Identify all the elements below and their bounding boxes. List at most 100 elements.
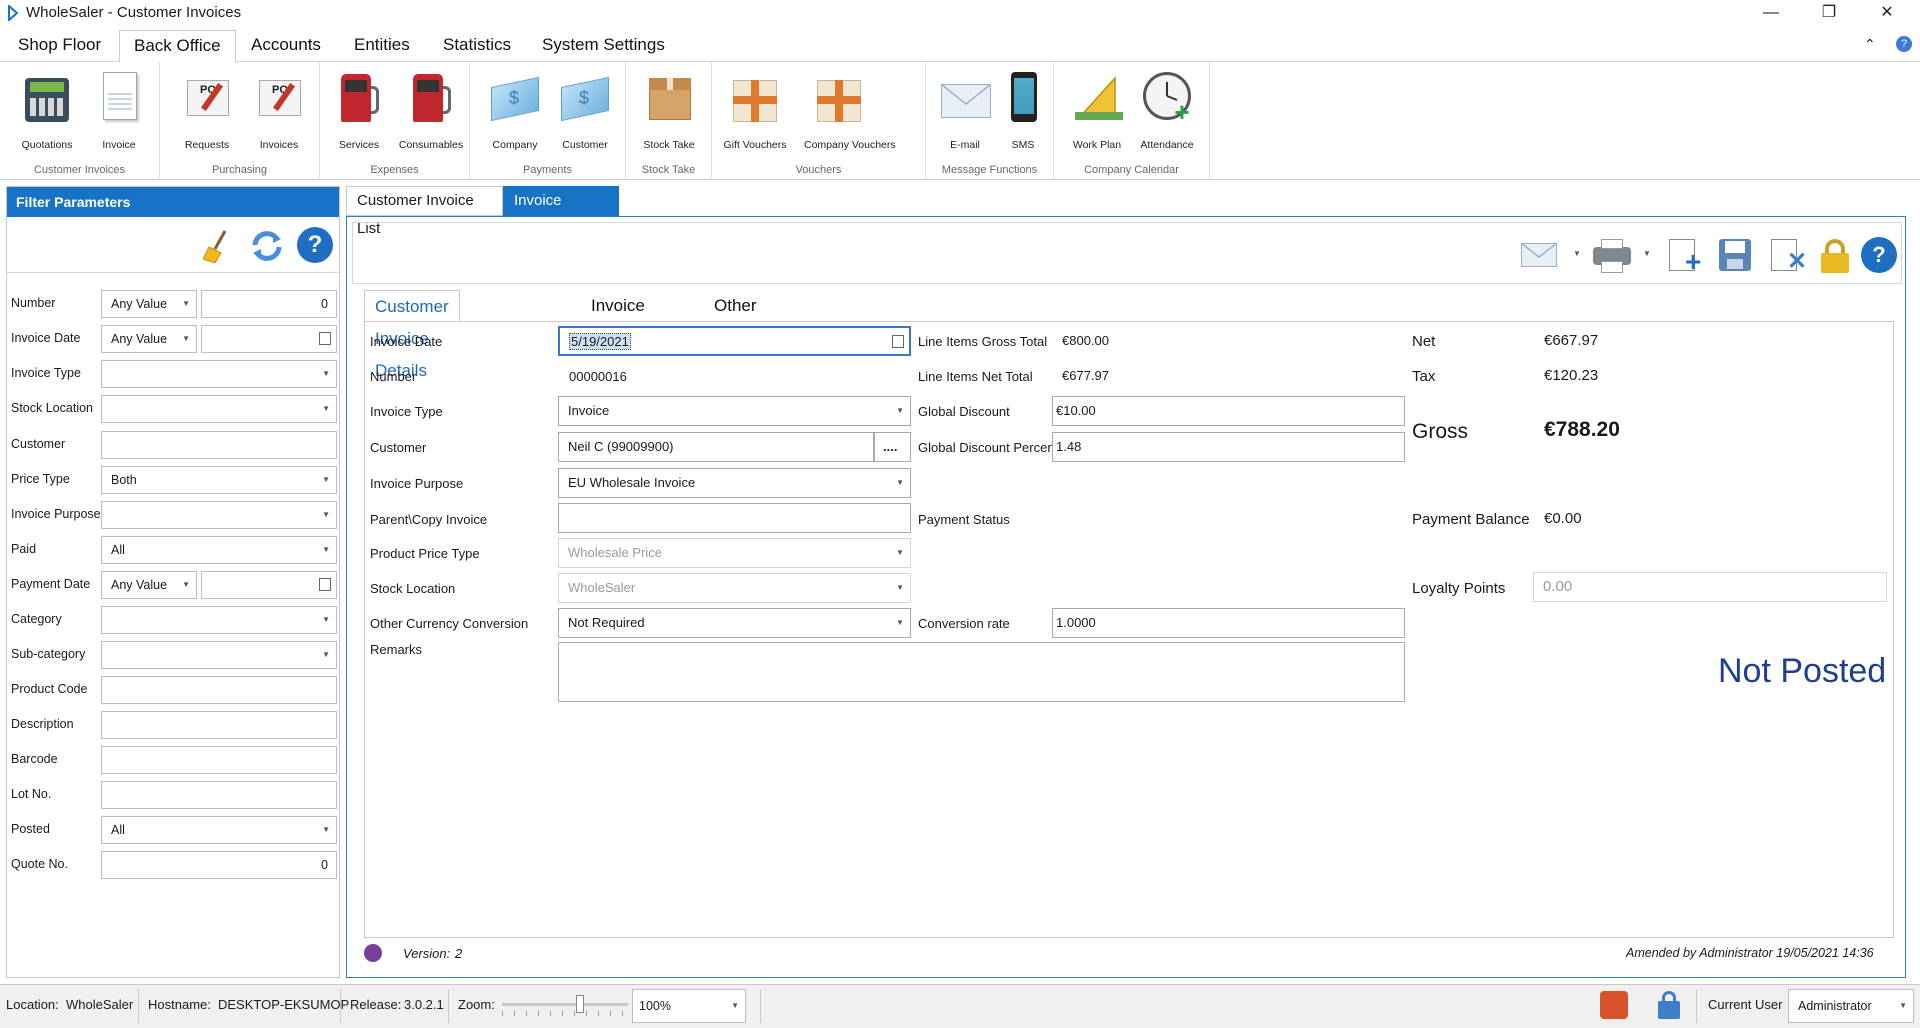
tab-customer-invoice-details[interactable]: Customer Invoice Details xyxy=(364,290,460,380)
save-icon[interactable] xyxy=(1717,237,1753,273)
security-lock-icon[interactable] xyxy=(1654,991,1684,1021)
sub-category-select[interactable]: ▼ xyxy=(101,641,337,669)
email-dropdown-icon[interactable]: ▼ xyxy=(1573,249,1581,258)
delete-document-icon[interactable]: ✕ xyxy=(1769,237,1807,274)
menu-entities[interactable]: Entities xyxy=(340,30,424,63)
location-label: Location: xyxy=(6,997,59,1012)
invoice-purpose-select[interactable]: ▼ xyxy=(101,501,337,529)
menu-shop-floor[interactable]: Shop Floor xyxy=(4,30,115,63)
filter-row-posted: Posted All ▼ xyxy=(7,814,341,844)
invoice-type-select[interactable]: Invoice ▼ xyxy=(558,396,911,426)
lot-no-input[interactable] xyxy=(101,781,337,809)
payment-date-input[interactable] xyxy=(201,571,337,599)
ribbon-company-vouchers-button[interactable]: Company Vouchers xyxy=(804,68,896,151)
minimize-button[interactable]: — xyxy=(1748,0,1794,26)
ribbon-group-payments: $ Company $ Customer Payments xyxy=(470,62,626,180)
tax-label: Tax xyxy=(1412,368,1436,385)
conversion-rate-field[interactable]: 1.0000 xyxy=(1052,608,1405,638)
ribbon-quotations-button[interactable]: Quotations xyxy=(12,68,82,151)
tab-other-information[interactable]: Other Information xyxy=(704,290,809,347)
menu-system-settings[interactable]: System Settings xyxy=(528,30,679,63)
new-document-icon[interactable]: + xyxy=(1667,237,1703,276)
zoom-label: Zoom: xyxy=(458,997,495,1012)
payment-date-operator-select[interactable]: Any Value ▼ xyxy=(101,571,197,599)
currency-conversion-select[interactable]: Not Required ▼ xyxy=(558,608,911,638)
details-help-icon[interactable]: ? xyxy=(1861,237,1897,273)
remarks-textarea[interactable] xyxy=(558,642,1405,702)
number-input[interactable]: 0 xyxy=(201,290,337,318)
ribbon-sms-button[interactable]: SMS xyxy=(988,68,1058,151)
invoice-date-input[interactable] xyxy=(201,325,337,353)
product-price-type-select: Wholesale Price ▼ xyxy=(558,538,911,568)
invoice-date-field[interactable]: 5/19/2021 xyxy=(558,326,911,356)
email-icon[interactable] xyxy=(1521,237,1557,273)
release-value: 3.0.2.1 xyxy=(404,997,444,1012)
invoice-date-operator-select[interactable]: Any Value ▼ xyxy=(101,325,197,353)
global-discount-percent-field[interactable]: 1.48 xyxy=(1052,432,1405,462)
ribbon-gift-vouchers-button[interactable]: Gift Vouchers xyxy=(720,68,790,151)
restore-button[interactable]: ❐ xyxy=(1806,0,1852,26)
ribbon-attendance-button[interactable]: + Attendance xyxy=(1132,68,1202,151)
menu-accounts[interactable]: Accounts xyxy=(237,30,335,63)
stock-location-select[interactable]: ▼ xyxy=(101,395,337,423)
ribbon-customer-payment-button[interactable]: $ Customer xyxy=(550,68,620,151)
ribbon-requests-button[interactable]: PO Requests xyxy=(172,68,242,151)
help-icon[interactable]: ? xyxy=(1896,36,1912,52)
customer-field[interactable]: Neil C (99009900) xyxy=(558,432,874,462)
print-dropdown-icon[interactable]: ▼ xyxy=(1643,249,1651,258)
notification-icon[interactable] xyxy=(1600,991,1628,1019)
parent-invoice-field[interactable] xyxy=(558,503,911,533)
collapse-ribbon-icon[interactable]: ⌃ xyxy=(1864,36,1876,53)
conversion-rate-label: Conversion rate xyxy=(918,616,1010,631)
ribbon-invoice-button[interactable]: Invoice xyxy=(84,68,154,151)
filter-row-number: Number Any Value ▼ 0 xyxy=(7,288,341,318)
set-square-icon xyxy=(1071,68,1123,124)
tab-customer-invoice-list[interactable]: Customer Invoice List xyxy=(346,186,503,237)
ribbon-consumables-button[interactable]: Consumables xyxy=(396,68,466,151)
version-value: 2 xyxy=(455,946,463,961)
invoice-type-select[interactable]: ▼ xyxy=(101,360,337,388)
tab-invoice-details[interactable]: Invoice Details xyxy=(503,186,619,237)
current-user-select[interactable]: Administrator ▼ xyxy=(1788,989,1914,1023)
tab-invoice-lines[interactable]: Invoice Lines xyxy=(581,290,655,347)
zoom-slider[interactable] xyxy=(502,995,628,1023)
calendar-icon[interactable] xyxy=(319,578,331,591)
menu-back-office[interactable]: Back Office xyxy=(119,30,236,63)
customer-input[interactable] xyxy=(101,431,337,459)
tax-value: €120.23 xyxy=(1544,367,1599,384)
posted-select[interactable]: All ▼ xyxy=(101,816,337,844)
history-icon[interactable] xyxy=(364,944,382,962)
description-input[interactable] xyxy=(101,711,337,739)
ribbon-purchase-invoices-button[interactable]: PO Invoices xyxy=(244,68,314,151)
lock-icon[interactable] xyxy=(1817,237,1853,273)
currency-conversion-label: Other Currency Conversion xyxy=(370,616,529,631)
invoice-purpose-select[interactable]: EU Wholesale Invoice ▼ xyxy=(558,468,911,498)
broom-icon[interactable] xyxy=(203,229,233,263)
filter-help-icon[interactable]: ? xyxy=(297,227,333,263)
ribbon-work-plan-button[interactable]: Work Plan xyxy=(1062,68,1132,151)
ribbon-group-company-calendar: Work Plan + Attendance Company Calendar xyxy=(1054,62,1210,180)
ribbon-stock-take-button[interactable]: Stock Take xyxy=(634,68,704,151)
product-code-input[interactable] xyxy=(101,676,337,704)
customer-lookup-button[interactable]: .... xyxy=(874,432,911,462)
number-operator-select[interactable]: Any Value ▼ xyxy=(101,290,197,318)
calendar-icon[interactable] xyxy=(319,332,331,345)
menu-statistics[interactable]: Statistics xyxy=(429,30,525,63)
paid-select[interactable]: All ▼ xyxy=(101,536,337,564)
close-button[interactable]: ✕ xyxy=(1864,0,1910,26)
zoom-select[interactable]: 100% ▼ xyxy=(632,989,746,1023)
ribbon-services-button[interactable]: Services xyxy=(324,68,394,151)
calendar-icon[interactable] xyxy=(892,335,904,348)
print-icon[interactable] xyxy=(1591,237,1631,273)
gross-label: Gross xyxy=(1412,420,1469,443)
window-title: WholeSaler - Customer Invoices xyxy=(26,4,242,21)
ribbon-group-customer-invoices: Quotations Invoice Customer Invoices xyxy=(0,62,160,180)
price-type-select[interactable]: Both ▼ xyxy=(101,466,337,494)
quote-no-input[interactable]: 0 xyxy=(101,851,337,879)
barcode-input[interactable] xyxy=(101,746,337,774)
filter-row-barcode: Barcode xyxy=(7,744,341,774)
ribbon-company-payment-button[interactable]: $ Company xyxy=(480,68,550,151)
category-select[interactable]: ▼ xyxy=(101,606,337,634)
refresh-icon[interactable] xyxy=(249,229,285,263)
global-discount-field[interactable]: €10.00 xyxy=(1052,396,1405,426)
